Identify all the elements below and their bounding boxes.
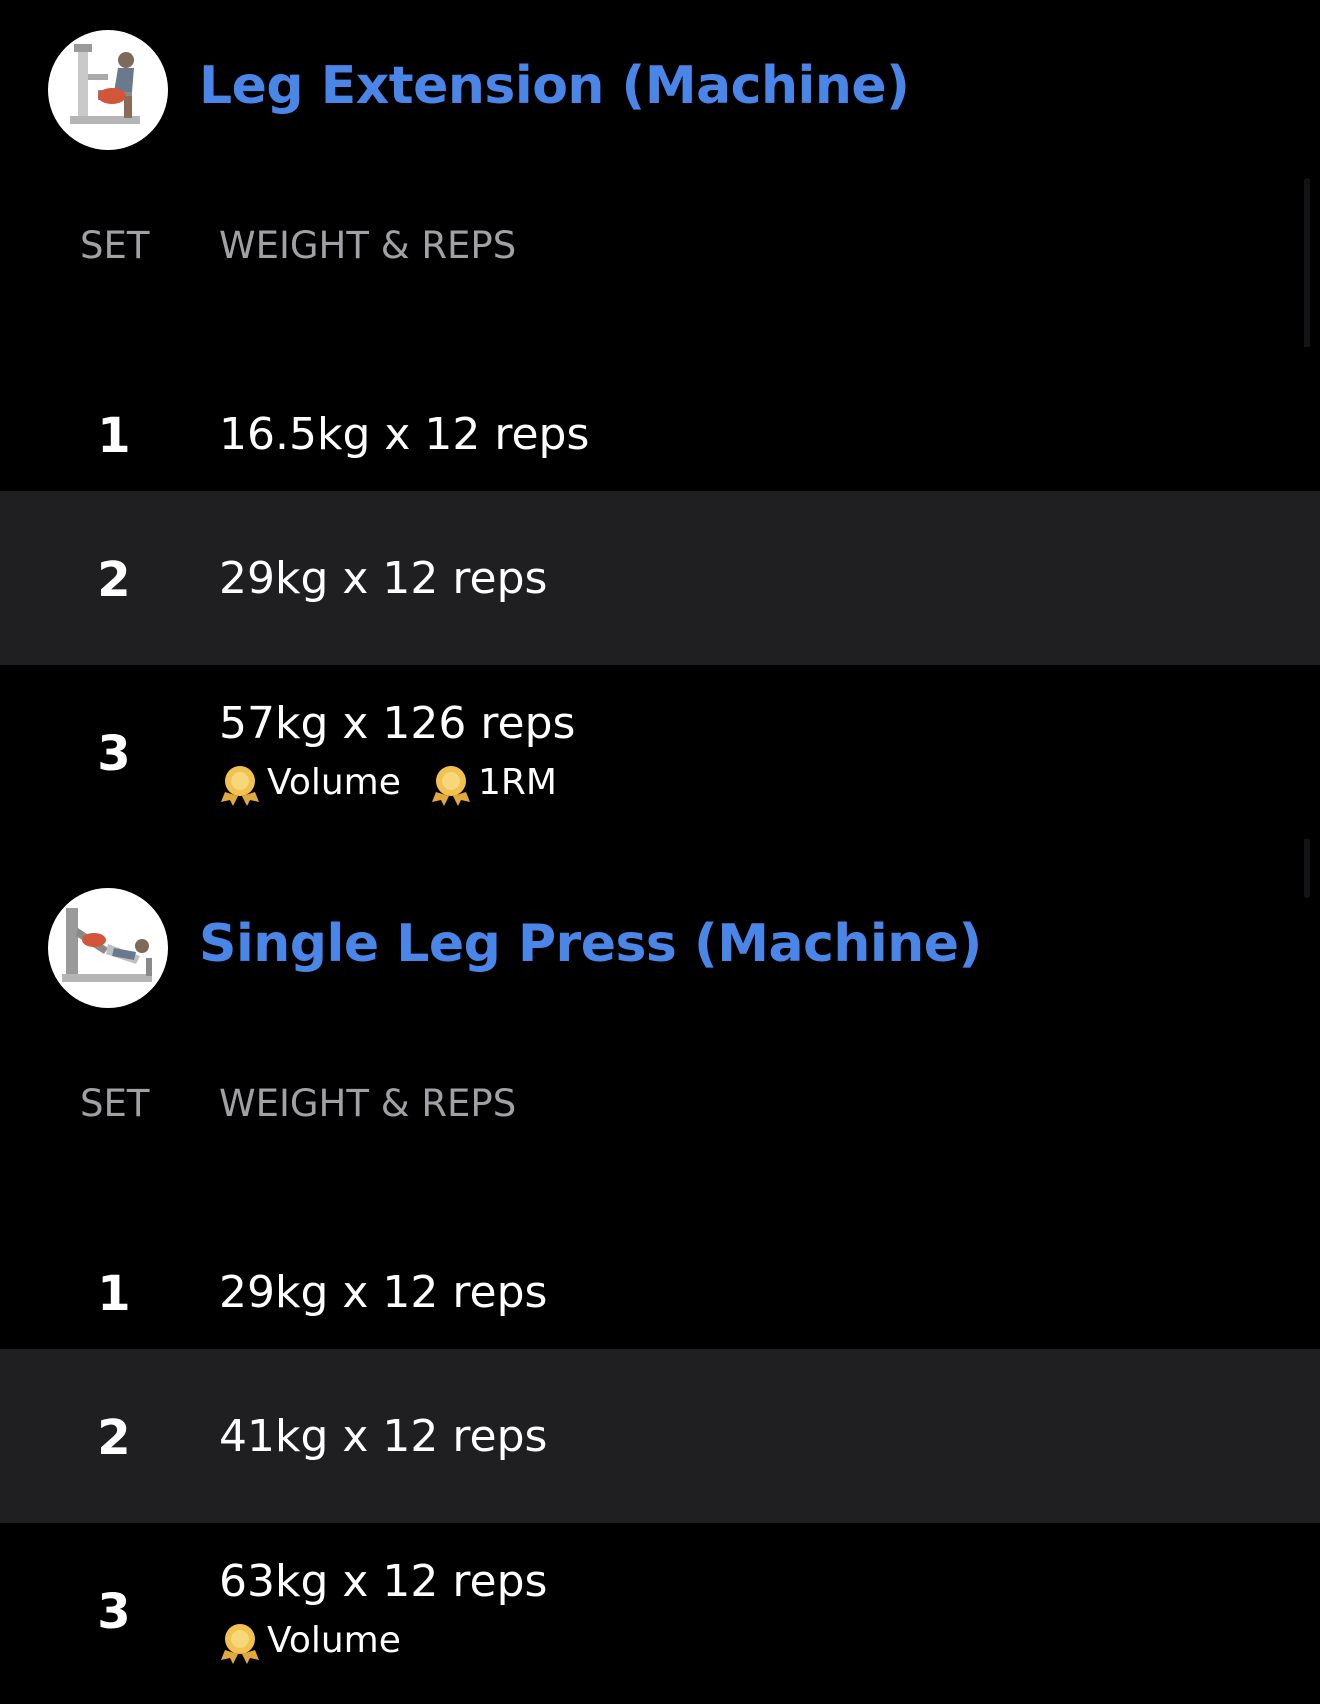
set-weight-reps: 16.5kg x 12 reps (219, 409, 590, 460)
exercise-title[interactable]: Single Leg Press (Machine) (199, 914, 982, 974)
set-row[interactable]: 2 29kg x 12 reps (0, 491, 1320, 665)
record-badges: Volume 1RM (219, 760, 581, 806)
medal-icon (221, 1624, 259, 1664)
record-badge-volume: Volume (219, 760, 401, 806)
exercise-title[interactable]: Leg Extension (Machine) (199, 56, 910, 116)
set-number: 1 (97, 408, 131, 464)
set-number: 2 (97, 1410, 131, 1466)
medal-icon (221, 766, 259, 806)
weight-reps-column-header: WEIGHT & REPS (219, 224, 517, 267)
medal-icon (432, 766, 470, 806)
set-column-header: SET (80, 224, 150, 267)
set-number: 3 (97, 726, 131, 782)
weight-reps-column-header: WEIGHT & REPS (219, 1082, 517, 1125)
record-badge-1rm: 1RM (430, 760, 557, 806)
set-weight-reps: 63kg x 12 reps (219, 1556, 548, 1607)
leg-press-machine-icon[interactable] (48, 888, 168, 1008)
set-row[interactable]: 3 63kg x 12 reps Volume (0, 1523, 1320, 1697)
set-weight-reps: 41kg x 12 reps (219, 1411, 548, 1462)
set-column-header: SET (80, 1082, 150, 1125)
set-number: 1 (97, 1266, 131, 1322)
set-row[interactable]: 2 41kg x 12 reps (0, 1349, 1320, 1523)
exercise-header[interactable]: Leg Extension (Machine) (0, 28, 1320, 150)
record-badge-volume: Volume (219, 1618, 401, 1664)
leg-extension-machine-icon[interactable] (48, 30, 168, 150)
record-badges: Volume (219, 1618, 425, 1664)
set-weight-reps: 57kg x 126 reps (219, 698, 576, 749)
set-number: 2 (97, 552, 131, 608)
exercise-header[interactable]: Single Leg Press (Machine) (0, 886, 1320, 1008)
set-weight-reps: 29kg x 12 reps (219, 553, 548, 604)
set-number: 3 (97, 1584, 131, 1640)
set-weight-reps: 29kg x 12 reps (219, 1267, 548, 1318)
set-row[interactable]: 3 57kg x 126 reps Volume 1RM (0, 665, 1320, 839)
